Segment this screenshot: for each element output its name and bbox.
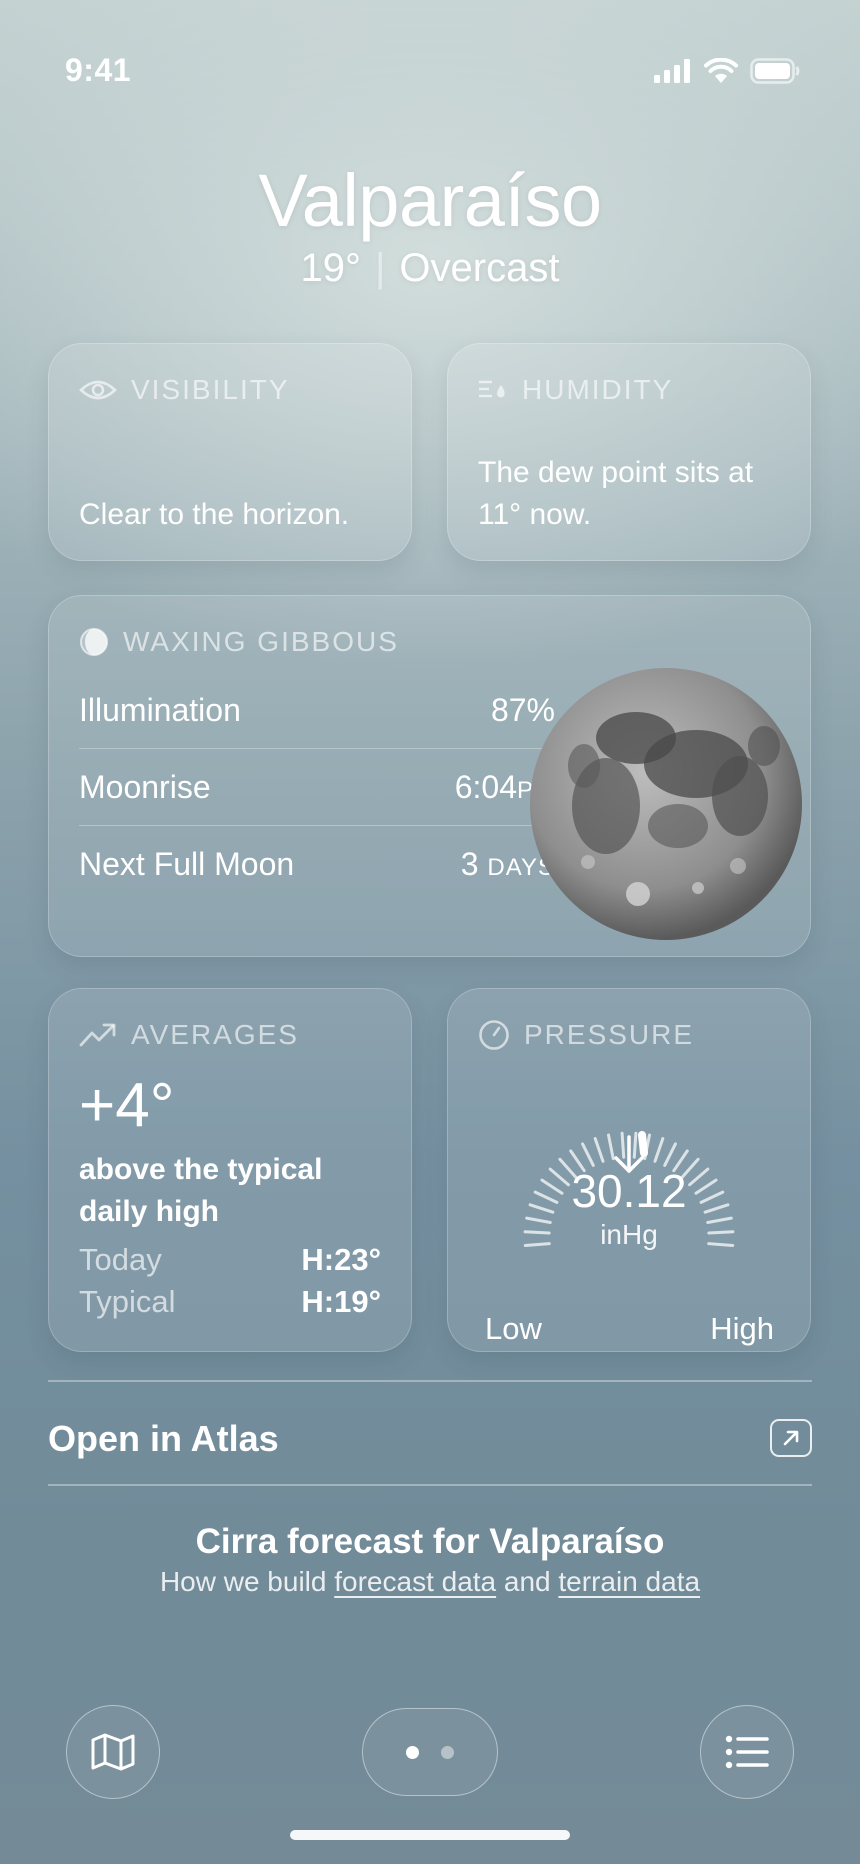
averages-typical-row: Typical H:19°	[79, 1284, 381, 1320]
humidity-card-title: HUMIDITY	[478, 374, 673, 406]
status-bar: 9:41	[0, 0, 860, 140]
condition-separator: |	[375, 246, 386, 290]
typical-label: Typical	[79, 1284, 176, 1319]
current-temperature: 19°	[300, 246, 362, 290]
visibility-card-title: VISIBILITY	[79, 374, 290, 406]
terrain-data-link[interactable]: terrain data	[558, 1566, 700, 1597]
visibility-title-label: VISIBILITY	[131, 374, 290, 405]
moon-image	[530, 668, 802, 940]
status-time: 9:41	[65, 52, 132, 88]
gauge-tick	[593, 1137, 605, 1163]
averages-card-title: AVERAGES	[79, 1019, 299, 1051]
visibility-text: Clear to the horizon.	[79, 498, 350, 531]
humidity-card[interactable]: HUMIDITY The dew point sits at 11° now.	[447, 343, 811, 561]
page-indicator[interactable]	[362, 1708, 498, 1796]
averages-card[interactable]: AVERAGES +4° above the typical daily hig…	[48, 988, 412, 1352]
trend-up-icon	[79, 1023, 116, 1047]
page-dot-active[interactable]	[406, 1745, 419, 1759]
city-name: Valparaíso	[258, 159, 602, 242]
credit-prefix: How we build	[159, 1566, 327, 1597]
forecast-data-link[interactable]: forecast data	[334, 1566, 496, 1597]
moon-title-label: WAXING GIBBOUS	[123, 626, 399, 657]
pressure-unit: inHg	[600, 1219, 658, 1250]
pressure-card-title: PRESSURE	[478, 1019, 694, 1051]
status-icons	[654, 58, 800, 84]
averages-today-row: Today H:23°	[79, 1242, 381, 1278]
gauge-tick	[653, 1137, 665, 1163]
gauge-tick	[632, 1131, 638, 1159]
moon-phase-card[interactable]: WAXING GIBBOUS Illumination 87% Moonrise…	[48, 595, 811, 957]
humidity-icon	[479, 380, 505, 398]
gauge-tick	[607, 1133, 615, 1161]
eye-icon	[79, 380, 117, 400]
credit-middle: and	[503, 1566, 551, 1597]
page-dot-inactive[interactable]	[441, 1745, 454, 1759]
moon-phase-icon	[80, 628, 108, 656]
current-condition: Overcast	[399, 246, 560, 290]
gauge-icon	[479, 1020, 509, 1050]
moon-row-illumination: Illumination 87%	[79, 672, 555, 749]
cellular-signal-icon	[654, 59, 690, 83]
pressure-indicator	[638, 1131, 648, 1157]
illumination-label: Illumination	[79, 691, 241, 728]
typical-value: H:19°	[301, 1284, 381, 1319]
gauge-tick	[663, 1142, 677, 1167]
visibility-card[interactable]: VISIBILITY Clear to the horizon.	[48, 343, 412, 561]
home-indicator[interactable]	[290, 1830, 570, 1840]
current-conditions: 19° | Overcast	[0, 244, 860, 292]
location-header: Valparaíso 19° | Overcast	[0, 160, 860, 292]
pressure-card[interactable]: PRESSURE 30.12 inHg Low High	[447, 988, 811, 1352]
pressure-low-label: Low	[485, 1311, 542, 1346]
pressure-title-label: PRESSURE	[524, 1019, 695, 1050]
moon-card-title: WAXING GIBBOUS	[79, 626, 399, 658]
humidity-text: The dew point sits at 11° now.	[478, 456, 754, 531]
moonrise-label: Moonrise	[79, 768, 211, 805]
moon-row-next-full: Next Full Moon 3 DAYS	[79, 826, 555, 903]
atlas-top-divider	[48, 1380, 812, 1382]
battery-icon	[750, 58, 800, 84]
averages-description: above the typical daily high	[79, 1153, 323, 1228]
pressure-value: 30.12	[571, 1165, 687, 1217]
map-icon	[91, 1733, 135, 1771]
gauge-tick	[581, 1142, 595, 1167]
forecast-credit-title: Cirra forecast for Valparaíso	[195, 1522, 665, 1561]
open-in-atlas-link[interactable]: Open in Atlas	[48, 1418, 279, 1460]
list-icon	[725, 1735, 769, 1769]
next-full-moon-label: Next Full Moon	[79, 846, 295, 882]
map-button[interactable]	[66, 1705, 160, 1799]
atlas-bottom-divider	[48, 1484, 812, 1486]
humidity-title-label: HUMIDITY	[522, 374, 674, 405]
pressure-high-label: High	[710, 1311, 774, 1346]
forecast-credit-subtitle: How we build forecast data and terrain d…	[0, 1566, 860, 1598]
today-label: Today	[79, 1242, 162, 1277]
locations-list-button[interactable]	[700, 1705, 794, 1799]
external-link-icon[interactable]	[770, 1419, 812, 1457]
today-value: H:23°	[301, 1242, 381, 1277]
moon-details-list: Illumination 87% Moonrise 6:04PM Next Fu…	[79, 672, 555, 903]
moon-row-moonrise: Moonrise 6:04PM	[79, 749, 555, 826]
averages-delta: +4°	[79, 1071, 175, 1140]
averages-title-label: AVERAGES	[131, 1019, 299, 1050]
wifi-icon	[704, 58, 738, 83]
gauge-tick	[620, 1131, 626, 1159]
